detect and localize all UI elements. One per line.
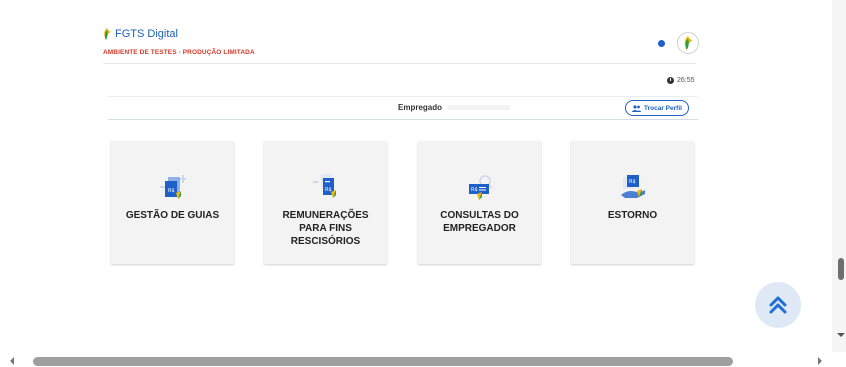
environment-banner: AMBIENTE DE TESTES - PRODUÇÃO LIMITADA: [103, 49, 255, 56]
svg-text:R$: R$: [471, 187, 478, 193]
employer-value: [448, 105, 510, 110]
page: FGTS Digital AMBIENTE DE TESTES - PRODUÇ…: [0, 0, 832, 352]
app-name: FGTS Digital: [115, 28, 178, 40]
svg-text:R$: R$: [168, 188, 175, 194]
refund-hand-icon: R$: [620, 175, 645, 198]
user-avatar[interactable]: [677, 32, 699, 54]
switch-profile-label: Trocar Perfil: [644, 104, 682, 112]
switch-profile-button[interactable]: Trocar Perfil: [625, 100, 689, 116]
card-gestao-guias[interactable]: R$ GESTÃO DE GUIAS: [111, 141, 234, 264]
profile-bar: Empregado Trocar Perfil: [108, 96, 698, 120]
session-timer: 26:55: [667, 77, 695, 84]
card-consultas[interactable]: R$ CONSULTAS DO EMPREGADOR: [418, 141, 541, 264]
card-label: ESTORNO: [607, 210, 658, 221]
notification-dot[interactable]: [658, 40, 665, 47]
vertical-scrollbar-thumb[interactable]: [838, 258, 844, 280]
search-payment-icon: R$: [468, 175, 493, 200]
fgts-leaf-icon: [684, 36, 693, 50]
card-label: GESTÃO DE GUIAS: [125, 210, 220, 221]
app-logo[interactable]: FGTS Digital: [103, 28, 178, 40]
vertical-scrollbar[interactable]: [832, 0, 846, 352]
users-icon: [632, 104, 641, 112]
scroll-right-arrow-icon[interactable]: [818, 357, 822, 365]
document-guides-icon: R$: [159, 175, 186, 199]
svg-text:R$: R$: [629, 179, 636, 185]
horizontal-scrollbar-thumb[interactable]: [33, 357, 733, 366]
clock-icon: [667, 77, 674, 84]
card-label: CONSULTAS DO EMPREGADOR: [440, 210, 519, 234]
scroll-down-arrow-icon[interactable]: [837, 333, 845, 337]
card-estorno[interactable]: R$ ESTORNO: [571, 141, 694, 264]
card-label: REMUNERAÇÕES PARA FINS RESCISÓRIOS: [282, 210, 369, 247]
employer-label: Empregado: [398, 103, 443, 112]
scroll-to-top-button[interactable]: [755, 282, 801, 328]
scroll-left-arrow-icon[interactable]: [10, 357, 14, 365]
session-timer-value: 26:55: [677, 77, 695, 84]
card-remuneracoes[interactable]: R$ REMUNERAÇÕES PARA FINS RESCISÓRIOS: [264, 141, 387, 264]
header-divider: [103, 63, 696, 64]
horizontal-scrollbar[interactable]: [0, 352, 832, 367]
fgts-leaf-icon: [104, 28, 111, 40]
svg-text:R$: R$: [325, 187, 332, 193]
double-chevron-up-icon: [769, 296, 787, 314]
payment-document-icon: R$: [312, 174, 336, 198]
